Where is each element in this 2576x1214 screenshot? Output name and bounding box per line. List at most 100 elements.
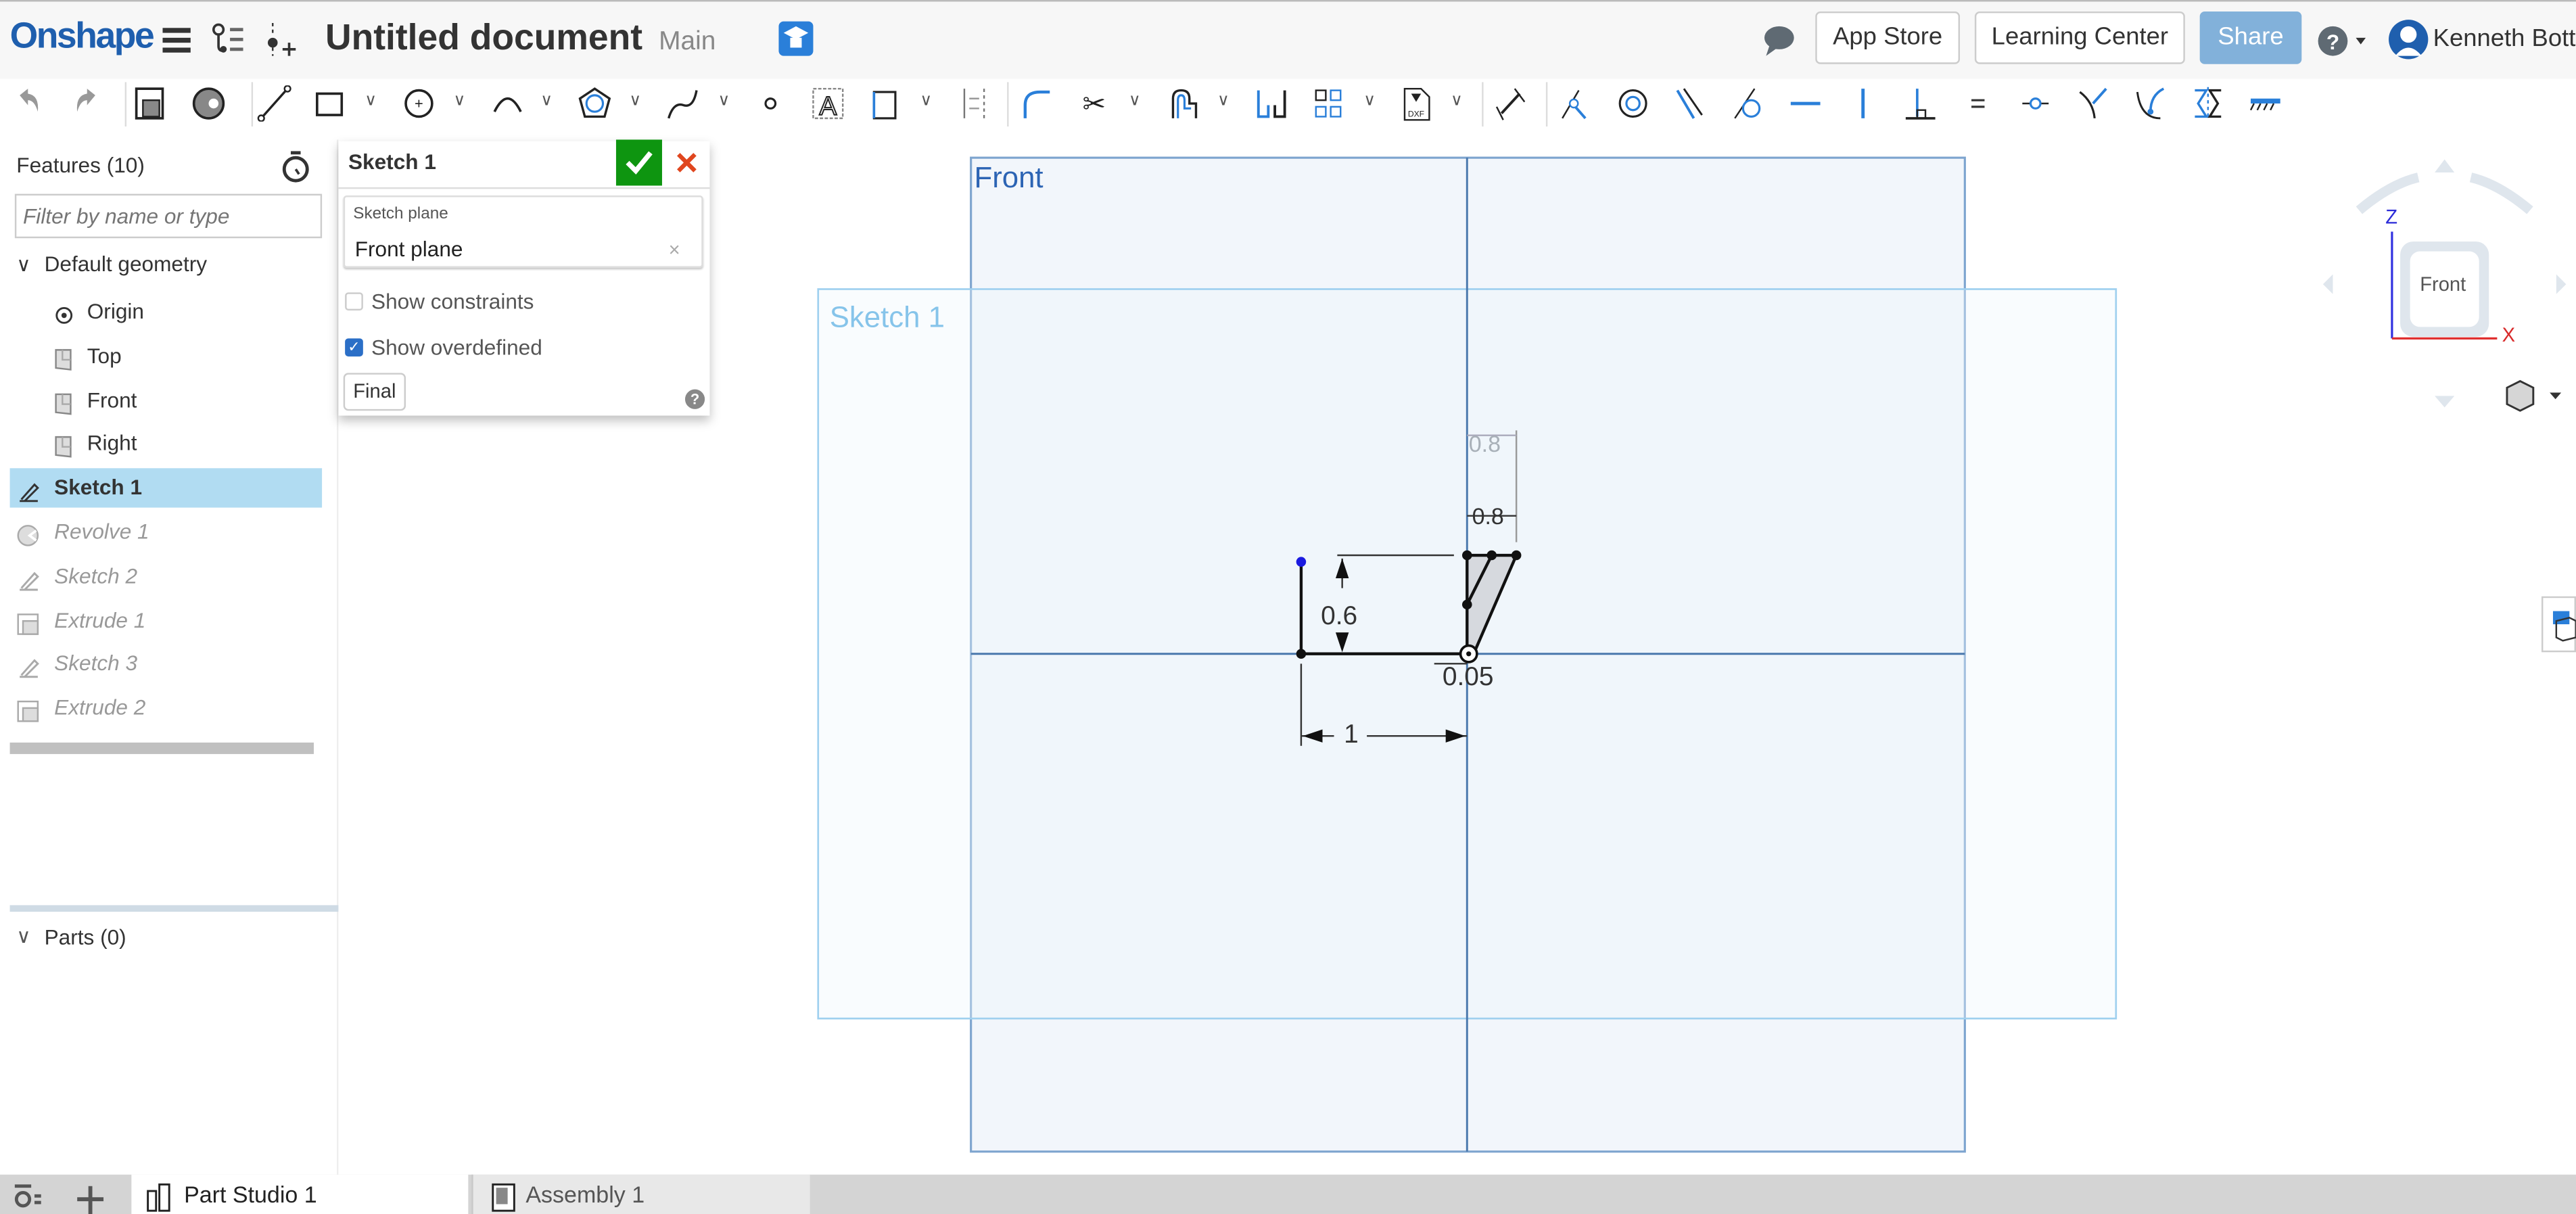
cancel-button[interactable] [669, 145, 705, 181]
polygon-icon[interactable] [575, 85, 614, 121]
equal-icon[interactable] [1959, 85, 1998, 121]
feature-item[interactable]: Top [10, 336, 323, 375]
rollback-timer-icon[interactable] [279, 149, 312, 185]
tab-manager-icon[interactable] [13, 1183, 46, 1213]
chevron-down-icon[interactable]: ∨ [1363, 92, 1380, 112]
feature-item[interactable]: Sketch 3 [10, 645, 323, 684]
chevron-down-icon[interactable]: ∨ [16, 245, 30, 284]
help-icon[interactable]: ? [684, 389, 705, 409]
arc-icon[interactable] [488, 85, 527, 121]
feature-item[interactable]: Origin [10, 292, 323, 331]
show-overdefined-label[interactable]: Show overdefined [371, 335, 542, 360]
tab-label[interactable]: Part Studio 1 [184, 1181, 317, 1207]
feature-filter-input[interactable] [14, 193, 323, 239]
chevron-down-icon[interactable]: ∨ [920, 92, 936, 112]
circle-icon[interactable]: + [399, 85, 438, 121]
feature-item[interactable]: Revolve 1 [10, 513, 323, 552]
midpoint-icon[interactable] [2016, 85, 2055, 121]
chevron-down-icon[interactable]: ∨ [16, 925, 30, 948]
construction-icon[interactable] [954, 85, 993, 121]
help-menu[interactable]: ? [2316, 23, 2375, 59]
dimension-icon[interactable] [1492, 85, 1531, 121]
use-icon[interactable] [866, 85, 905, 121]
chevron-down-icon[interactable]: ∨ [718, 92, 734, 112]
share-button[interactable]: Share [2199, 11, 2302, 64]
learning-badge-icon[interactable] [778, 21, 814, 56]
redo-icon[interactable] [66, 85, 105, 121]
symmetric-icon[interactable] [2188, 85, 2228, 121]
fillet-icon[interactable] [1017, 85, 1056, 121]
offset-icon[interactable] [1163, 85, 1202, 121]
perpendicular-icon[interactable] [1901, 85, 1940, 121]
parallel-icon[interactable] [1669, 85, 1708, 121]
show-overdefined-checkbox[interactable]: ✓ [345, 338, 363, 357]
view-cube-face-label[interactable]: Front [2420, 273, 2466, 296]
feature-list-icon[interactable] [210, 22, 246, 57]
fix-icon[interactable] [2246, 85, 2285, 121]
line-icon[interactable] [255, 85, 294, 122]
tab-label[interactable]: Assembly 1 [525, 1181, 645, 1207]
chevron-down-icon[interactable]: ∨ [1129, 92, 1145, 112]
feature-item[interactable]: Extrude 2 [10, 688, 323, 728]
pattern-icon[interactable] [1309, 85, 1349, 121]
part-studio-icon [147, 1183, 170, 1212]
accept-button[interactable] [615, 139, 662, 186]
parts-list-title[interactable]: Parts (0) [45, 925, 126, 950]
sketch-mirror-icon[interactable] [1252, 85, 1291, 121]
trim-icon[interactable]: ✂ [1075, 85, 1114, 121]
text-icon[interactable]: A [808, 85, 847, 122]
spline-icon[interactable] [663, 85, 703, 121]
dimension-top-2[interactable]: 0.8 [1472, 503, 1504, 529]
normal-icon[interactable] [2074, 85, 2113, 121]
default-geometry-group[interactable]: ∨ Default geometry [10, 245, 323, 284]
chevron-down-icon[interactable]: ∨ [1217, 92, 1234, 112]
configurations-panel-button[interactable] [2541, 596, 2576, 653]
menu-icon[interactable] [160, 22, 195, 57]
dialog-title[interactable]: Sketch 1 [348, 149, 436, 174]
dimension-offset[interactable]: 0.05 [1443, 663, 1494, 693]
rectangle-icon[interactable] [310, 85, 350, 121]
feature-item[interactable]: Extrude 1 [10, 601, 323, 640]
panel-splitter[interactable] [9, 905, 339, 912]
user-menu[interactable]: Kenneth Bott [2433, 24, 2576, 52]
vertical-icon[interactable] [1844, 85, 1883, 121]
feature-item[interactable]: Sketch 1 [9, 468, 323, 509]
chevron-down-icon[interactable]: ∨ [629, 92, 645, 112]
horizontal-icon[interactable] [1786, 85, 1825, 121]
concentric-icon[interactable] [1613, 85, 1652, 121]
chevron-down-icon[interactable]: ∨ [1451, 92, 1467, 112]
branch-name[interactable]: Main [659, 28, 716, 57]
add-tab-icon[interactable] [76, 1181, 106, 1214]
comments-icon[interactable] [1761, 23, 1797, 59]
user-avatar-icon[interactable] [2387, 18, 2430, 61]
pierce-icon[interactable] [2131, 85, 2170, 121]
tangent-icon[interactable] [1729, 85, 1768, 121]
undo-icon[interactable] [10, 85, 49, 121]
clear-selection-icon[interactable]: × [669, 238, 680, 261]
revolve-icon[interactable] [189, 85, 228, 121]
feature-item[interactable]: Front [10, 381, 323, 420]
coincident-icon[interactable] [1555, 85, 1595, 121]
point-icon[interactable] [751, 85, 790, 121]
view-mode-button[interactable] [2500, 379, 2566, 413]
dimension-top-1[interactable]: 0.8 [1469, 430, 1501, 457]
chevron-down-icon[interactable]: ∨ [540, 92, 557, 112]
document-title[interactable]: Untitled document [325, 16, 642, 59]
learning-center-button[interactable]: Learning Center [1974, 11, 2185, 64]
feature-item[interactable]: Right [10, 425, 323, 464]
dimension-height[interactable]: 0.6 [1321, 603, 1357, 632]
show-constraints-checkbox[interactable] [345, 292, 363, 311]
extrude-icon[interactable] [131, 85, 170, 121]
onshape-logo[interactable]: Onshape [10, 15, 155, 57]
feature-item[interactable]: Sketch 2 [10, 557, 323, 596]
feature-panel-scrollbar[interactable] [9, 742, 314, 754]
app-store-button[interactable]: App Store [1815, 11, 1961, 64]
final-button[interactable]: Final [343, 373, 406, 411]
add-instance-icon[interactable] [263, 22, 299, 57]
chevron-down-icon[interactable]: ∨ [453, 92, 469, 112]
dxf-import-icon[interactable]: DXF [1397, 85, 1436, 121]
sketch-plane-value[interactable]: Front plane [355, 237, 463, 261]
chevron-down-icon[interactable]: ∨ [365, 92, 381, 112]
dimension-width[interactable]: 1 [1344, 721, 1359, 751]
show-constraints-label[interactable]: Show constraints [371, 289, 534, 314]
